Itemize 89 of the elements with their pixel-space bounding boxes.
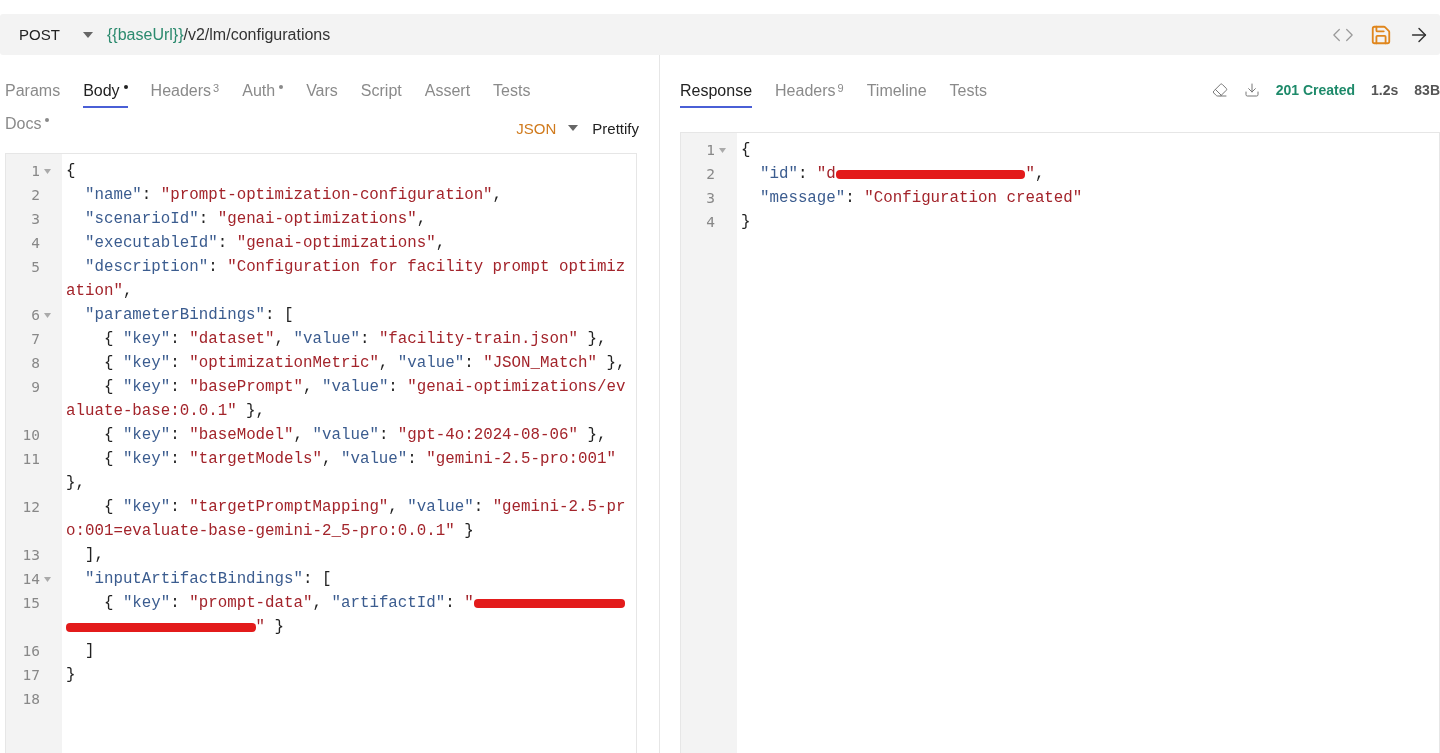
tab[interactable]: Docs — [5, 115, 50, 141]
tab[interactable]: Script — [360, 82, 402, 108]
tab[interactable]: Vars — [306, 82, 338, 108]
code-text: } — [273, 618, 285, 636]
code-text: { — [102, 594, 115, 612]
eraser-icon[interactable] — [1211, 81, 1228, 98]
tab[interactable]: Tests — [949, 82, 987, 108]
fold-caret-icon[interactable] — [44, 576, 51, 582]
line-number: 14 — [21, 571, 40, 587]
code-text: , — [312, 594, 323, 612]
line-number: 10 — [21, 427, 40, 443]
method-selector[interactable]: POST — [19, 26, 83, 43]
code-line: ], — [83, 546, 104, 564]
fold-caret-icon[interactable] — [44, 168, 51, 174]
code-line: { "key": "basePrompt", "value": "genai-optimizations/ev — [102, 378, 626, 396]
code-text: " — [1025, 165, 1035, 183]
code-line: "message": "Configuration created" — [758, 189, 1083, 207]
line-number: 6 — [30, 307, 40, 323]
caret-icon[interactable] — [83, 31, 93, 38]
code-text: " — [464, 594, 474, 612]
code-line: "scenarioId": "genai-optimizations", — [83, 210, 427, 228]
line-number: 3 — [30, 211, 40, 227]
code-line: ation", — [66, 282, 133, 300]
url-field[interactable]: {{baseUrl}}/v2/lm/configurations — [107, 25, 1316, 44]
line-number: 13 — [21, 547, 40, 563]
line-number: 2 — [30, 187, 40, 203]
code-line: "description": "Configuration for facility prompt optimiz — [83, 258, 626, 276]
code-text: "d — [816, 165, 836, 183]
code-line: } — [66, 666, 76, 684]
code-line: { "key": "targetPromptMapping", "value": "gemini-2.5-pr — [102, 498, 626, 516]
line-number: 1 — [705, 142, 715, 158]
response-size: 83B — [1414, 81, 1440, 98]
code-line: aluate-base:0.0.1" }, — [66, 402, 266, 420]
tab[interactable]: Timeline — [866, 82, 927, 108]
code-text: : — [797, 165, 809, 183]
line-number: 11 — [21, 451, 40, 467]
line-number: 7 — [30, 331, 40, 347]
code-line: "name": "prompt-optimization-configuration", — [83, 186, 503, 204]
line-number: 4 — [705, 214, 715, 230]
code-line: { — [66, 162, 76, 180]
code-text: : — [445, 594, 456, 612]
tab[interactable]: Params — [5, 82, 61, 108]
code-line: "parameterBindings": [ — [83, 306, 294, 324]
code-text: "id" — [758, 165, 798, 183]
tab[interactable]: Body — [83, 82, 128, 108]
code-line: { "key": "dataset", "value": "facility-train.json" }, — [102, 330, 607, 348]
caret-icon[interactable] — [568, 125, 579, 131]
code-text: "key" — [122, 594, 171, 612]
line-number: 17 — [21, 667, 40, 683]
code-text: "artifactId" — [331, 594, 446, 612]
tab[interactable]: Assert — [424, 82, 471, 108]
format-dropdown[interactable]: JSON — [516, 119, 557, 137]
tab[interactable]: Auth — [242, 82, 284, 108]
line-number: 3 — [705, 190, 715, 206]
line-number: 18 — [21, 691, 40, 707]
line-number: 16 — [21, 643, 40, 659]
line-number: 4 — [30, 235, 40, 251]
code-line: }, — [66, 474, 85, 492]
line-number: 2 — [705, 166, 715, 182]
code-line: { "key": "targetModels", "value": "gemini-2.5-pro:001" — [102, 450, 616, 468]
code-editor[interactable]: 1 2 3 4 { "id": "d ", "message": "Configuration created" } — [680, 132, 1440, 753]
tab[interactable]: Tests — [493, 82, 531, 108]
fold-caret-icon[interactable] — [719, 147, 726, 153]
line-number: 12 — [21, 499, 40, 515]
tab[interactable]: Response — [680, 82, 753, 108]
code-line: { — [741, 141, 751, 159]
code-line: { "key": "baseModel", "value": "gpt-4o:2024-08-06" }, — [102, 426, 607, 444]
code-text: : — [170, 594, 181, 612]
response-time: 1.2s — [1371, 81, 1399, 98]
code-text: " — [255, 618, 266, 636]
code-line: "inputArtifactBindings": [ — [83, 570, 332, 588]
fold-caret-icon[interactable] — [44, 312, 51, 318]
code-text: "prompt-data" — [189, 594, 313, 612]
status-code: 201 Created — [1275, 81, 1356, 98]
prettify-button[interactable]: Prettify — [592, 119, 639, 137]
line-number: 8 — [30, 355, 40, 371]
code-line: o:001=evaluate-base-gemini-2_5-pro:0.0.1" } — [66, 522, 474, 540]
code-line: { "key": "optimizationMetric", "value": "JSON_Match" }, — [102, 354, 626, 372]
code-editor[interactable] — [5, 153, 637, 753]
code-line: "executableId": "genai-optimizations", — [83, 234, 446, 252]
code-line: ] — [83, 642, 95, 660]
save-icon[interactable] — [1370, 23, 1392, 46]
download-icon[interactable] — [1243, 81, 1260, 98]
line-number: 5 — [30, 259, 40, 275]
line-number: 9 — [30, 379, 40, 395]
line-number: 15 — [21, 595, 40, 611]
code-line: } — [741, 213, 751, 231]
code-text: , — [1034, 165, 1045, 183]
line-number: 1 — [30, 163, 40, 179]
